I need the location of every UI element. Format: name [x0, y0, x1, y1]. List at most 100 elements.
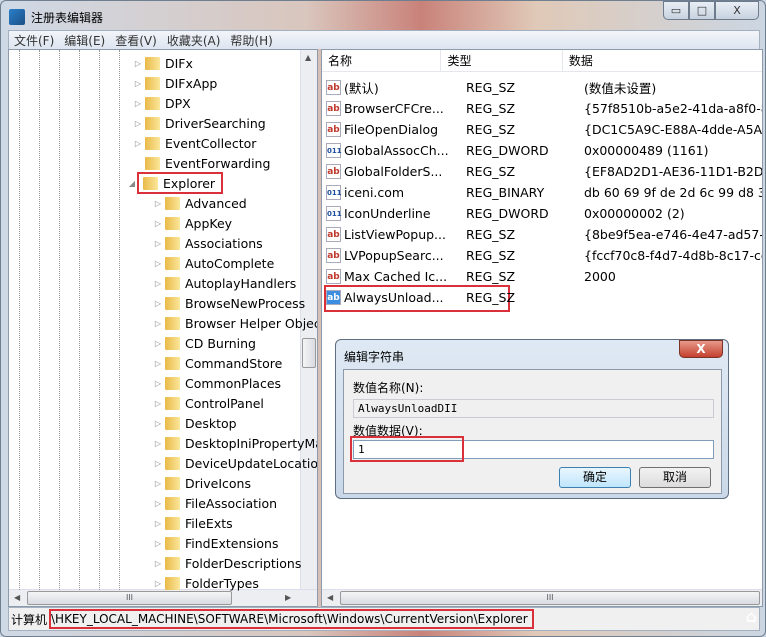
tree-item-label: Desktop: [185, 415, 237, 431]
scroll-up-icon[interactable]: ▲: [305, 53, 311, 62]
expand-arrow-icon[interactable]: ▷: [153, 539, 163, 548]
column-header-type[interactable]: 类型: [441, 50, 563, 72]
menu-favorites[interactable]: 收藏夹(A): [162, 32, 226, 49]
value-data: (数值未设置): [584, 81, 657, 96]
value-type: REG_SZ: [466, 122, 516, 137]
tree-guide-line: [19, 50, 20, 590]
tree-item[interactable]: ▷ FindExtensions: [153, 533, 279, 553]
expand-arrow-icon[interactable]: ▷: [153, 519, 163, 528]
tree-item[interactable]: ▷ DPX: [133, 93, 191, 113]
expand-arrow-icon[interactable]: ▷: [153, 299, 163, 308]
values-horizontal-scrollbar[interactable]: ◀ III: [322, 589, 762, 606]
value-row[interactable]: 011 iceni.com REG_BINARY db 60 69 9f de 2d …: [326, 182, 762, 203]
scroll-thumb[interactable]: III: [340, 591, 760, 605]
value-row[interactable]: 011 IconUnderline REG_DWORD 0x00000002 (2): [326, 203, 762, 224]
folder-icon: [165, 436, 180, 450]
column-header-name[interactable]: 名称: [322, 50, 442, 72]
folder-icon: [165, 216, 180, 230]
menu-edit[interactable]: 编辑(E): [59, 32, 110, 49]
tree-item[interactable]: ▷ CD Burning: [153, 333, 256, 353]
expand-arrow-icon[interactable]: ▷: [153, 239, 163, 248]
expand-arrow-icon[interactable]: ▷: [153, 379, 163, 388]
value-row[interactable]: ab FileOpenDialog REG_SZ {DC1C5A9C-E88A-4dd…: [326, 119, 762, 140]
expand-arrow-icon[interactable]: ▷: [133, 79, 143, 88]
tree-item[interactable]: ▷ Advanced: [153, 193, 247, 213]
folder-icon: [165, 316, 180, 330]
tree-item[interactable]: ▷ DIFx: [133, 53, 193, 73]
menu-view[interactable]: 查看(V): [110, 32, 162, 49]
tree-item[interactable]: ▷ DeviceUpdateLocations: [153, 453, 317, 473]
tree-item[interactable]: ▷ ControlPanel: [153, 393, 264, 413]
expand-arrow-icon[interactable]: ▷: [153, 439, 163, 448]
tree-item[interactable]: ▷ FolderTypes: [153, 573, 259, 593]
expand-arrow-icon[interactable]: ▷: [153, 219, 163, 228]
value-row[interactable]: ab LVPopupSearc... REG_SZ {fccf70c8-f4d7-4d…: [326, 245, 762, 266]
scroll-thumb[interactable]: [302, 338, 316, 368]
tree-item[interactable]: ▷ EventCollector: [133, 133, 256, 153]
expand-arrow-icon[interactable]: ▷: [153, 499, 163, 508]
tree-item[interactable]: ▷ AppKey: [153, 213, 232, 233]
expand-arrow-icon[interactable]: ▷: [153, 359, 163, 368]
scroll-right-icon[interactable]: ▶: [285, 593, 291, 602]
tree-item[interactable]: EventForwarding: [133, 153, 270, 173]
expand-arrow-icon[interactable]: ▷: [153, 339, 163, 348]
tree-item[interactable]: ▷ FileExts: [153, 513, 233, 533]
tree-item[interactable]: ▷ Browser Helper Objects: [153, 313, 317, 333]
tree-item[interactable]: ▷ AutoComplete: [153, 253, 274, 273]
tree-item-label: Associations: [185, 235, 263, 251]
tree-item[interactable]: ▷ Associations: [153, 233, 263, 253]
tree-item[interactable]: ▷ BrowseNewProcess: [153, 293, 305, 313]
value-row[interactable]: ab ListViewPopup... REG_SZ {8be9f5ea-e746-4…: [326, 224, 762, 245]
column-header-data[interactable]: 数据: [563, 50, 762, 72]
close-button[interactable]: X: [715, 1, 759, 20]
menu-file[interactable]: 文件(F): [9, 32, 59, 49]
expand-arrow-icon[interactable]: ▷: [153, 479, 163, 488]
maximize-button[interactable]: □: [689, 1, 715, 20]
dialog-close-button[interactable]: X: [679, 340, 723, 358]
edit-string-dialog: 编辑字符串 X 数值名称(N): AlwaysUnloadDII 数值数据(V)…: [335, 339, 729, 499]
scroll-left-icon[interactable]: ◀: [14, 593, 20, 602]
tree-item[interactable]: ▷ CommandStore: [153, 353, 282, 373]
menu-help[interactable]: 帮助(H): [225, 32, 277, 49]
cancel-button[interactable]: 取消: [639, 467, 711, 488]
tree-item[interactable]: ▷ DriverSearching: [133, 113, 266, 133]
tree-item[interactable]: ◢ Explorer: [127, 172, 224, 194]
value-row[interactable]: ab GlobalFolderS... REG_SZ {EF8AD2D1-AE36-1…: [326, 161, 762, 182]
tree-item[interactable]: ▷ AutoplayHandlers: [153, 273, 296, 293]
tree-item[interactable]: ▷ DriveIcons: [153, 473, 251, 493]
expand-arrow-icon[interactable]: ▷: [153, 579, 163, 588]
regedit-app-icon: [9, 9, 25, 25]
tree-item[interactable]: ▷ CommonPlaces: [153, 373, 281, 393]
expand-arrow-icon[interactable]: ▷: [153, 199, 163, 208]
expand-arrow-icon[interactable]: ▷: [153, 319, 163, 328]
expand-arrow-icon[interactable]: ▷: [153, 279, 163, 288]
value-row[interactable]: ab (默认) REG_SZ (数值未设置): [326, 77, 762, 98]
tree-item[interactable]: ▷ Desktop: [153, 413, 237, 433]
expand-arrow-icon[interactable]: ▷: [153, 459, 163, 468]
expand-arrow-icon[interactable]: ▷: [153, 559, 163, 568]
expand-arrow-icon[interactable]: ▷: [133, 139, 143, 148]
expand-arrow-icon[interactable]: ▷: [133, 119, 143, 128]
tree-item[interactable]: ▷ FileAssociation: [153, 493, 277, 513]
expand-arrow-icon[interactable]: ▷: [153, 399, 163, 408]
scroll-left-icon[interactable]: ◀: [327, 593, 333, 602]
value-name-label: 数值名称(N):: [353, 381, 424, 395]
collapse-arrow-icon[interactable]: ◢: [127, 179, 137, 188]
tree-item[interactable]: ▷ DesktopIniPropertyMap: [153, 433, 317, 453]
value-row[interactable]: ab Max Cached Ic... REG_SZ 2000: [326, 266, 762, 287]
value-type: REG_DWORD: [466, 143, 549, 158]
expand-arrow-icon[interactable]: ▷: [153, 419, 163, 428]
scroll-thumb[interactable]: III: [27, 591, 232, 605]
expand-arrow-icon[interactable]: ▷: [133, 99, 143, 108]
value-row[interactable]: 011 GlobalAssocCh... REG_DWORD 0x00000489 (…: [326, 140, 762, 161]
value-row[interactable]: ab BrowserCFCre... REG_SZ {57f8510b-a5e2-41…: [326, 98, 762, 119]
status-bar: 计算机 \HKEY_LOCAL_MACHINE\SOFTWARE\Microso…: [8, 607, 760, 631]
ok-button[interactable]: 确定: [559, 467, 631, 488]
expand-arrow-icon[interactable]: ▷: [133, 59, 143, 68]
minimize-button[interactable]: ▭: [663, 1, 689, 20]
tree-item[interactable]: ▷ DIFxApp: [133, 73, 217, 93]
tree-item[interactable]: ▷ FolderDescriptions: [153, 553, 301, 573]
value-row[interactable]: ab AlwaysUnload... REG_SZ: [326, 287, 762, 308]
tree-item-label: EventCollector: [165, 135, 257, 151]
expand-arrow-icon[interactable]: ▷: [153, 259, 163, 268]
